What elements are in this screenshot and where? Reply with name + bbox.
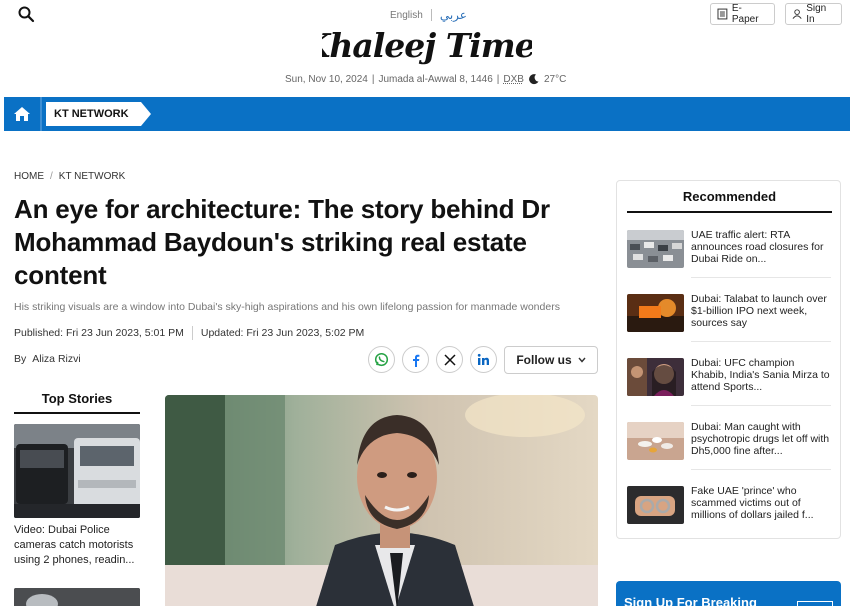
recommended-thumbnail xyxy=(627,422,684,460)
epaper-label: E-Paper xyxy=(731,3,759,25)
whatsapp-icon xyxy=(374,352,389,367)
top-story-image[interactable] xyxy=(14,424,140,518)
recommended-item[interactable]: Dubai: Man caught with psychotropic drug… xyxy=(627,421,832,480)
recommended-item[interactable]: Dubai: UFC champion Khabib, India's Sani… xyxy=(627,357,832,416)
temperature-text: 27°C xyxy=(543,73,567,85)
language-switcher: English عربي xyxy=(390,8,467,22)
article-hero-image xyxy=(165,395,598,606)
breadcrumb-section[interactable]: KT NETWORK xyxy=(59,171,125,182)
dateline: Sun, Nov 10, 2024 | Jumada al-Awwal 8, 1… xyxy=(285,73,566,85)
published-date: Published: Fri 23 Jun 2023, 5:01 PM xyxy=(14,327,184,339)
top-story-image[interactable] xyxy=(14,588,140,606)
khaleej-times-logo[interactable]: Khaleej Times xyxy=(322,24,532,68)
breadcrumb-separator: / xyxy=(50,171,53,182)
epaper-button[interactable]: E-Paper xyxy=(710,3,775,25)
recommended-panel: Recommended UAE traffic alert: RTA annou… xyxy=(616,180,841,539)
lang-arabic-link[interactable]: عربي xyxy=(440,8,467,22)
recommended-item[interactable]: Fake UAE 'prince' who scammed victims ou… xyxy=(627,485,832,544)
article-timestamps: Published: Fri 23 Jun 2023, 5:01 PM Upda… xyxy=(14,326,364,340)
recommended-divider xyxy=(691,277,831,278)
tab-kt-network-label: KT NETWORK xyxy=(54,108,129,120)
recommended-thumbnail xyxy=(627,358,684,396)
recommended-thumbnail xyxy=(627,294,684,332)
user-icon xyxy=(792,9,802,19)
nav-divider xyxy=(40,97,42,131)
home-icon[interactable] xyxy=(13,106,31,122)
recommended-headline: Dubai: Talabat to launch over $1-billion… xyxy=(691,293,827,329)
byline: By Aliza Rizvi xyxy=(14,353,81,365)
tab-kt-network[interactable]: KT NETWORK xyxy=(46,102,151,126)
date-text: Sun, Nov 10, 2024 xyxy=(285,73,368,85)
share-whatsapp-button[interactable] xyxy=(368,346,395,373)
site-header: English عربي Khaleej Times Sun, Nov 10, … xyxy=(0,0,850,97)
timestamp-divider xyxy=(191,326,193,340)
main-nav: KT NETWORK xyxy=(4,97,850,131)
follow-us-button[interactable]: Follow us xyxy=(504,346,598,374)
share-linkedin-button[interactable] xyxy=(470,346,497,373)
breadcrumb: HOME / KT NETWORK xyxy=(14,171,125,182)
recommended-divider xyxy=(691,341,831,342)
article-headline: An eye for architecture: The story behin… xyxy=(14,194,550,290)
follow-us-label: Follow us xyxy=(516,353,572,367)
recommended-item[interactable]: UAE traffic alert: RTA announces road cl… xyxy=(627,229,832,288)
sign-in-label: Sign In xyxy=(806,3,827,25)
hijri-date-text: Jumada al-Awwal 8, 1446 xyxy=(378,73,493,85)
recommended-thumbnail xyxy=(627,230,684,268)
recommended-headline: Dubai: Man caught with psychotropic drug… xyxy=(691,421,830,457)
recommended-headline: UAE traffic alert: RTA announces road cl… xyxy=(691,229,824,265)
sign-in-button[interactable]: Sign In xyxy=(785,3,842,25)
article-standfirst: His striking visuals are a window into D… xyxy=(14,301,560,313)
x-twitter-icon xyxy=(443,353,456,366)
newspaper-icon xyxy=(717,8,728,20)
dateline-separator: | xyxy=(496,73,500,85)
author-name[interactable]: Aliza Rizvi xyxy=(32,353,80,365)
recommended-thumbnail xyxy=(627,486,684,524)
updated-date: Updated: Fri 23 Jun 2023, 5:02 PM xyxy=(200,327,365,339)
logo-wordmark: Khaleej Times xyxy=(322,26,532,65)
share-facebook-button[interactable] xyxy=(402,346,429,373)
chevron-down-icon xyxy=(578,357,586,363)
lang-divider xyxy=(430,9,432,21)
top-story-headline[interactable]: Video: Dubai Police cameras catch motori… xyxy=(14,523,142,568)
byline-prefix: By xyxy=(14,353,27,365)
recommended-heading: Recommended xyxy=(627,189,832,213)
recommended-headline: Dubai: UFC champion Khabib, India's Sani… xyxy=(691,357,830,393)
facebook-icon xyxy=(412,354,419,367)
signup-label: Sign Up For Breaking xyxy=(624,595,757,606)
top-stories-heading: Top Stories xyxy=(14,391,140,414)
linkedin-icon xyxy=(477,353,489,365)
dateline-separator: | xyxy=(371,73,375,85)
recommended-divider xyxy=(691,469,831,470)
recommended-item[interactable]: Dubai: Talabat to launch over $1-billion… xyxy=(627,293,832,352)
search-icon[interactable] xyxy=(17,5,35,23)
breadcrumb-home[interactable]: HOME xyxy=(14,171,44,182)
recommended-divider xyxy=(691,405,831,406)
moon-icon xyxy=(529,74,539,85)
lang-english-link[interactable]: English xyxy=(390,10,423,21)
envelope-icon xyxy=(797,601,833,606)
location-selector[interactable]: DXB xyxy=(503,74,524,85)
recommended-headline: Fake UAE 'prince' who scammed victims ou… xyxy=(691,485,814,521)
share-x-button[interactable] xyxy=(436,346,463,373)
